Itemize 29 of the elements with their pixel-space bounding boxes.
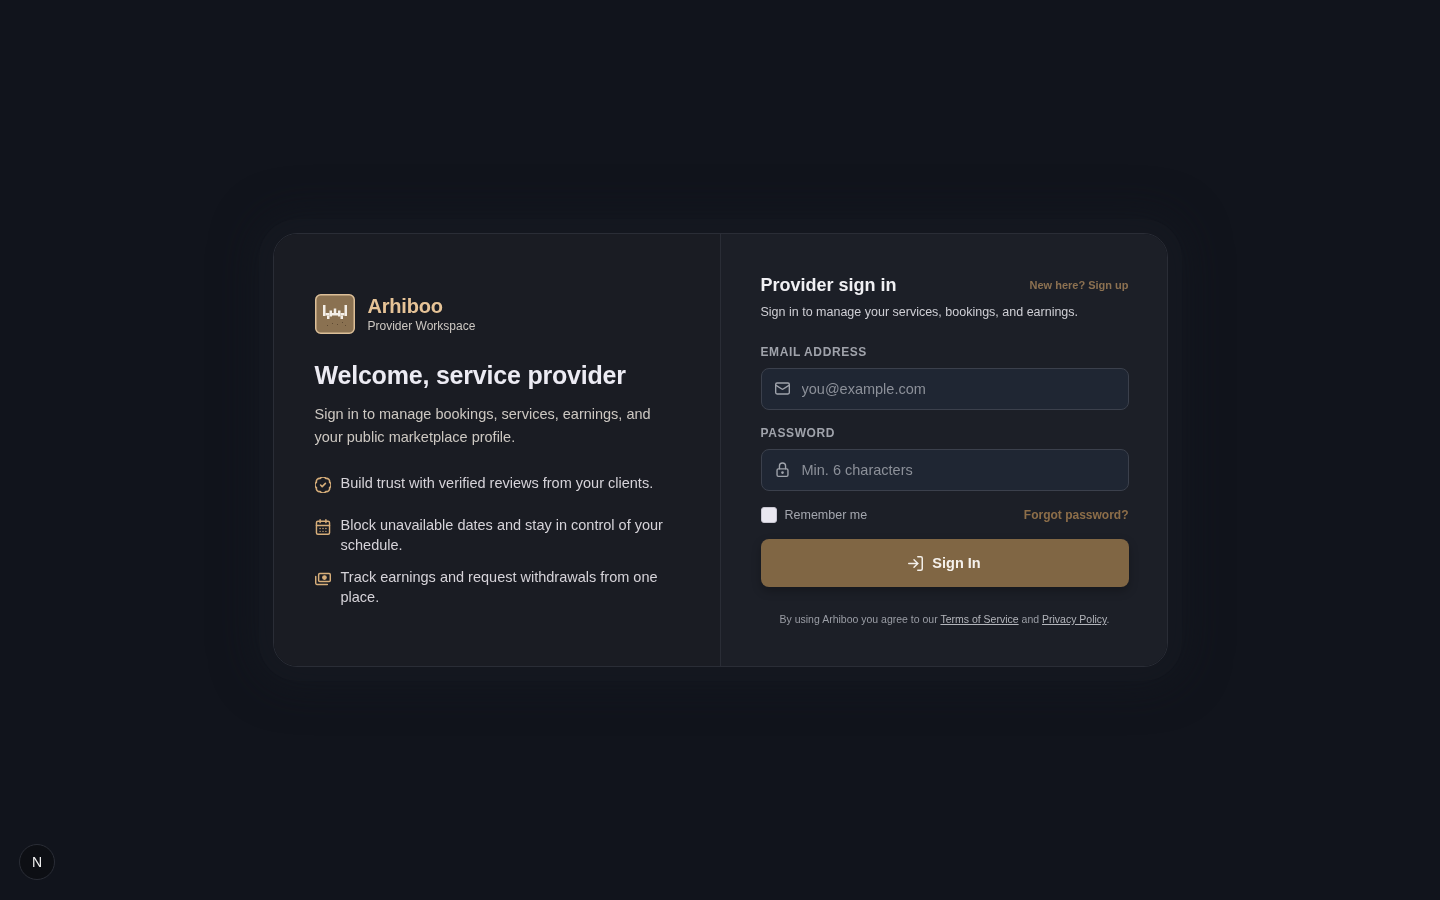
email-field[interactable]: you@example.com [760, 368, 1129, 410]
feature-text: Block unavailable dates and stay in control of your schedule. [340, 515, 664, 555]
field-label: PASSWORD [760, 425, 837, 441]
dev-indicator-button[interactable]: N [19, 844, 55, 880]
banknotes-icon [314, 570, 331, 587]
sign-in-button[interactable]: Sign In [760, 539, 1129, 587]
badge-check-icon [314, 476, 331, 493]
feature-text: Build trust with verified reviews from your clients. [340, 473, 654, 493]
legal-link[interactable]: Terms of Service [940, 613, 1019, 625]
remember-label: Remember me [784, 507, 868, 523]
sign-in-subtitle: Sign in to manage your services, bookings, and earnings. [760, 304, 1080, 321]
forgot-password-link[interactable]: Forgot password? [1023, 508, 1129, 522]
logo-icon [314, 293, 355, 334]
brand-name: Arhiboo [367, 293, 444, 318]
sign-up-link[interactable]: New here? Sign up [1029, 279, 1129, 291]
mail-icon [774, 381, 790, 396]
intro-text: Sign in to manage bookings, services, earnings, and your public marketplace profile. [314, 404, 652, 447]
field-label: EMAIL ADDRESS [760, 344, 868, 360]
brand-subtitle: Provider Workspace [367, 317, 476, 334]
remember-checkbox[interactable] [760, 507, 777, 523]
sign-in-title: Provider sign in [760, 274, 897, 297]
legal-text: By using Arhiboo you agree to our Terms of Service and Privacy Policy. [778, 612, 1111, 626]
log-in-icon [908, 555, 924, 571]
lock-icon [774, 462, 790, 477]
calendar-icon [314, 518, 331, 535]
password-field[interactable]: Min. 6 characters [760, 449, 1129, 491]
welcome-heading: Welcome, service provider [314, 359, 627, 390]
feature-text: Track earnings and request withdrawals from one place. [340, 567, 659, 607]
legal-link[interactable]: Privacy Policy [1042, 613, 1107, 625]
